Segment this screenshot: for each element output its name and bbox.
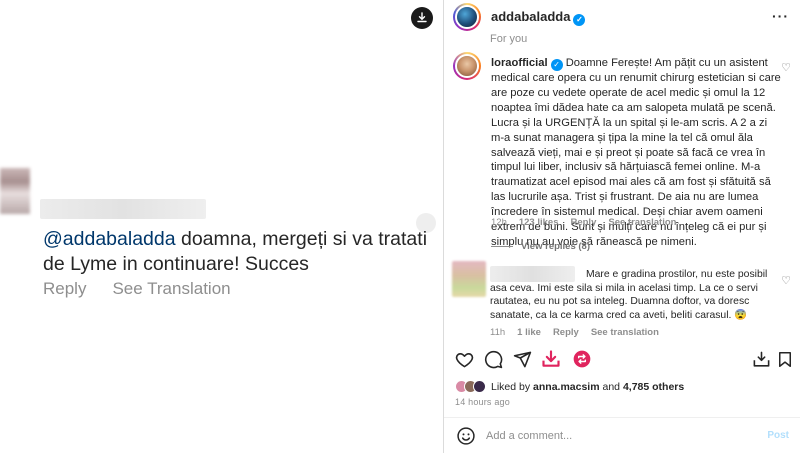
comment-likes[interactable]: 1 like: [517, 327, 541, 338]
comment-username[interactable]: loraofficial: [491, 57, 548, 69]
zoomed-comment-actions: Reply See Translation: [43, 279, 231, 299]
share-paper-plane-icon[interactable]: [511, 348, 533, 370]
comment-bubble-icon[interactable]: [482, 348, 504, 370]
comment-meta: 11h 1 like Reply See translation: [490, 327, 659, 338]
view-replies-button[interactable]: View replies (8): [491, 241, 590, 252]
reply-button[interactable]: Reply: [570, 217, 596, 228]
post-timestamp: 14 hours ago: [455, 397, 510, 407]
liked-by-user[interactable]: anna.macsim: [533, 381, 600, 393]
for-you-label: For you: [490, 33, 528, 45]
more-options-icon[interactable]: ···: [772, 8, 789, 24]
reply-button[interactable]: Reply: [43, 279, 86, 299]
blurred-username: [40, 199, 206, 219]
blurred-avatar: [0, 168, 30, 214]
post-username[interactable]: addabaladda ✓: [491, 9, 586, 26]
liker-avatar[interactable]: [473, 380, 486, 393]
comment-text: Mare e gradina prostilor, nu este posibi…: [490, 269, 768, 322]
emoji-icon[interactable]: [456, 426, 476, 446]
comment-like-heart-icon[interactable]: ♡: [781, 274, 791, 287]
reply-button[interactable]: Reply: [553, 327, 579, 338]
liked-by-row: Liked by anna.macsim and 4,785 others: [455, 380, 684, 393]
verified-icon: ✓: [550, 59, 563, 71]
like-heart-icon[interactable]: [453, 348, 475, 370]
avatar[interactable]: [453, 3, 481, 31]
download-icon[interactable]: [411, 7, 433, 29]
see-translation-button[interactable]: See translation: [608, 217, 676, 228]
verified-icon: ✓: [573, 13, 586, 26]
post-header: addabaladda ✓ ···: [444, 0, 800, 34]
liked-by-others[interactable]: 4,785 others: [623, 381, 684, 393]
blurred-avatar: [452, 261, 486, 297]
add-comment-input[interactable]: [486, 429, 756, 442]
download-icon[interactable]: [540, 348, 562, 370]
comment-meta: 12h 123 likes Reply See translation: [491, 217, 677, 228]
zoomed-comment-text: @addabaladda doamna, mergeți si va trata…: [43, 228, 428, 275]
comment-likes[interactable]: 123 likes: [519, 217, 559, 228]
see-translation-button[interactable]: See translation: [591, 327, 659, 338]
bookmark-icon[interactable]: [774, 348, 796, 370]
repost-icon[interactable]: [571, 348, 593, 370]
mention-link[interactable]: @addabaladda: [43, 228, 176, 250]
post-action-bar: [444, 348, 800, 374]
see-translation-button[interactable]: See Translation: [112, 279, 230, 299]
comment-avatar[interactable]: [453, 52, 481, 80]
add-comment-bar: Post: [444, 417, 800, 453]
post-comment-button[interactable]: Post: [767, 430, 789, 441]
download-tray-icon[interactable]: [750, 348, 772, 370]
comment-like-heart-icon[interactable]: ♡: [781, 61, 791, 74]
zoomed-comment-panel: @addabaladda doamna, mergeți si va trata…: [0, 0, 443, 453]
post-panel: addabaladda ✓ ··· For you loraofficial ✓ D…: [443, 0, 800, 453]
